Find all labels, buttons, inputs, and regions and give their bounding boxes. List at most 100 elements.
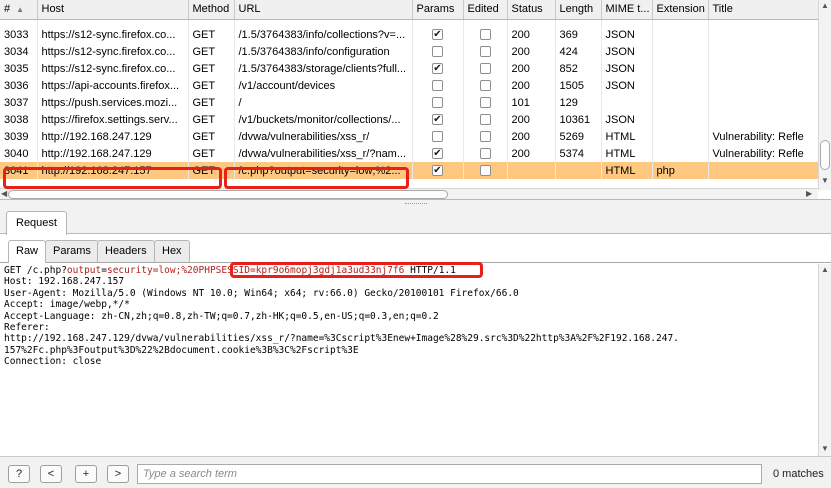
col-header-url[interactable]: URL — [234, 0, 413, 20]
checkbox-icon — [479, 97, 491, 109]
cell-status: 200 — [507, 128, 556, 145]
header-line: Host: 192.168.247.157 — [4, 276, 125, 288]
col-header-status[interactable]: Status — [507, 0, 556, 20]
table-vertical-scrollbar[interactable]: ▲ ▼ — [818, 0, 831, 190]
cell-title — [708, 162, 819, 179]
scroll-down-icon[interactable]: ▼ — [821, 444, 829, 453]
cell-extension — [652, 94, 709, 111]
tab-raw[interactable]: Raw — [8, 240, 47, 263]
checkbox-icon — [432, 46, 443, 58]
cell-length: 5374 — [555, 145, 602, 162]
checkbox-icon: ✔ — [432, 29, 443, 41]
scroll-up-icon[interactable]: ▲ — [821, 265, 829, 274]
sort-up-icon: ▲ — [16, 5, 25, 15]
cell-url: /c.php?output=security=low;%2... — [234, 162, 413, 179]
tab-hex[interactable]: Hex — [154, 240, 190, 262]
raw-vertical-scrollbar[interactable]: ▲ ▼ — [818, 264, 831, 456]
cell-title — [708, 77, 819, 94]
session-cookie-text: PHPSESSID=kpr9o6mopj3gdj1a3ud33nj7f6 — [198, 265, 405, 276]
cell-length: 369 — [555, 26, 602, 43]
checkbox-icon — [479, 80, 491, 92]
tab-request[interactable]: Request — [6, 211, 67, 235]
cell-url: /dvwa/vulnerabilities/xss_r/ — [234, 128, 413, 145]
help-button[interactable]: ? — [8, 465, 30, 483]
checkbox-icon — [479, 29, 491, 41]
cell-params: ✔ — [412, 111, 464, 128]
scroll-left-icon[interactable]: ◀ — [1, 189, 7, 198]
scroll-right-icon[interactable]: ▶ — [806, 189, 812, 198]
col-header-params[interactable]: Params — [412, 0, 464, 20]
col-header-host[interactable]: Host — [37, 0, 189, 20]
cell-host: https://s12-sync.firefox.co... — [37, 26, 189, 43]
cell-host: http://192.168.247.129 — [37, 145, 189, 162]
cell-status: 200 — [507, 26, 556, 43]
table-row[interactable]: 3038 https://firefox.settings.serv... GET /… — [0, 111, 819, 128]
cell-status: 200 — [507, 111, 556, 128]
cell-number: 3036 — [0, 77, 38, 94]
cell-params — [412, 94, 464, 111]
cell-params: ✔ — [412, 60, 464, 77]
scroll-thumb[interactable] — [8, 190, 448, 199]
add-button[interactable]: + — [75, 465, 97, 483]
scroll-thumb[interactable] — [820, 140, 830, 170]
header-line: Accept-Language: zh-CN,zh;q=0.8,zh-TW;q=… — [4, 310, 439, 322]
header-line: Referer: — [4, 322, 50, 334]
cell-url: /v1/account/devices — [234, 77, 413, 94]
checkbox-icon — [479, 165, 491, 177]
table-horizontal-scrollbar[interactable]: ◀ ▶ — [0, 188, 818, 199]
cell-host: https://firefox.settings.serv... — [37, 111, 189, 128]
col-header-extension[interactable]: Extension — [652, 0, 709, 20]
table-row[interactable]: 3033 https://s12-sync.firefox.co... GET/1.… — [0, 26, 819, 43]
pane-splitter[interactable] — [0, 200, 831, 208]
table-row[interactable]: 3034 https://s12-sync.firefox.co... GET/1.… — [0, 43, 819, 60]
cell-length: 424 — [555, 43, 602, 60]
search-input[interactable] — [137, 464, 762, 484]
table-row[interactable]: 3040 http://192.168.247.129 GET/dvwa/vulne… — [0, 145, 819, 162]
col-header-num[interactable]: # ▲ — [0, 0, 38, 20]
scroll-down-icon[interactable]: ▼ — [821, 176, 829, 185]
col-header-mime[interactable]: MIME t... — [601, 0, 653, 20]
cell-mime: JSON — [601, 60, 653, 77]
next-button[interactable]: > — [107, 465, 129, 483]
table-row[interactable]: 3036 https://api-accounts.firefox... GET/v… — [0, 77, 819, 94]
cell-length — [555, 162, 602, 179]
cell-title — [708, 111, 819, 128]
cell-params: ✔ — [412, 26, 464, 43]
table-row[interactable]: 3037 https://push.services.mozi... GET/ 101… — [0, 94, 819, 111]
raw-request-editor[interactable]: GET /c.php?output=security=low;%20PHPSES… — [0, 264, 818, 456]
col-header-edited[interactable]: Edited — [463, 0, 508, 20]
cell-extension — [652, 128, 709, 145]
cell-title: Vulnerability: Refle — [708, 145, 819, 162]
cell-method: GET — [188, 77, 235, 94]
cell-edited — [463, 145, 508, 162]
cell-method: GET — [188, 128, 235, 145]
tab-params[interactable]: Params — [45, 240, 99, 262]
previous-button[interactable]: < — [40, 465, 62, 483]
cell-status: 200 — [507, 60, 556, 77]
checkbox-icon — [432, 80, 443, 92]
cell-url: /1.5/3764383/info/collections?v=... — [234, 26, 413, 43]
cell-title — [708, 43, 819, 60]
tab-headers[interactable]: Headers — [97, 240, 155, 262]
col-header-length[interactable]: Length — [555, 0, 602, 20]
cell-edited — [463, 43, 508, 60]
table-row[interactable]: 3035 https://s12-sync.firefox.co... GET/1.… — [0, 60, 819, 77]
table-row[interactable]: 3041 http://192.168.247.157 GET/c.php?outp… — [0, 162, 819, 179]
cell-method: GET — [188, 111, 235, 128]
cell-mime — [601, 94, 653, 111]
col-header-title[interactable]: Title — [708, 0, 819, 20]
cell-mime: HTML — [601, 162, 653, 179]
scroll-up-icon[interactable]: ▲ — [821, 1, 829, 10]
cell-number: 3034 — [0, 43, 38, 60]
history-table: # ▲ Host Method URL Params Edited Status … — [0, 0, 819, 179]
splitter-grip[interactable] — [405, 203, 427, 205]
cell-length: 10361 — [555, 111, 602, 128]
table-row[interactable]: 3039 http://192.168.247.129 GET/dvwa/vulne… — [0, 128, 819, 145]
cell-number: 3037 — [0, 94, 38, 111]
cell-params — [412, 77, 464, 94]
col-header-method[interactable]: Method — [188, 0, 235, 20]
checkbox-icon: ✔ — [432, 148, 443, 160]
request-subtabbar: Raw Params Headers Hex — [0, 235, 831, 263]
cell-url: /dvwa/vulnerabilities/xss_r/?nam... — [234, 145, 413, 162]
header-line: Connection: close — [4, 356, 102, 368]
